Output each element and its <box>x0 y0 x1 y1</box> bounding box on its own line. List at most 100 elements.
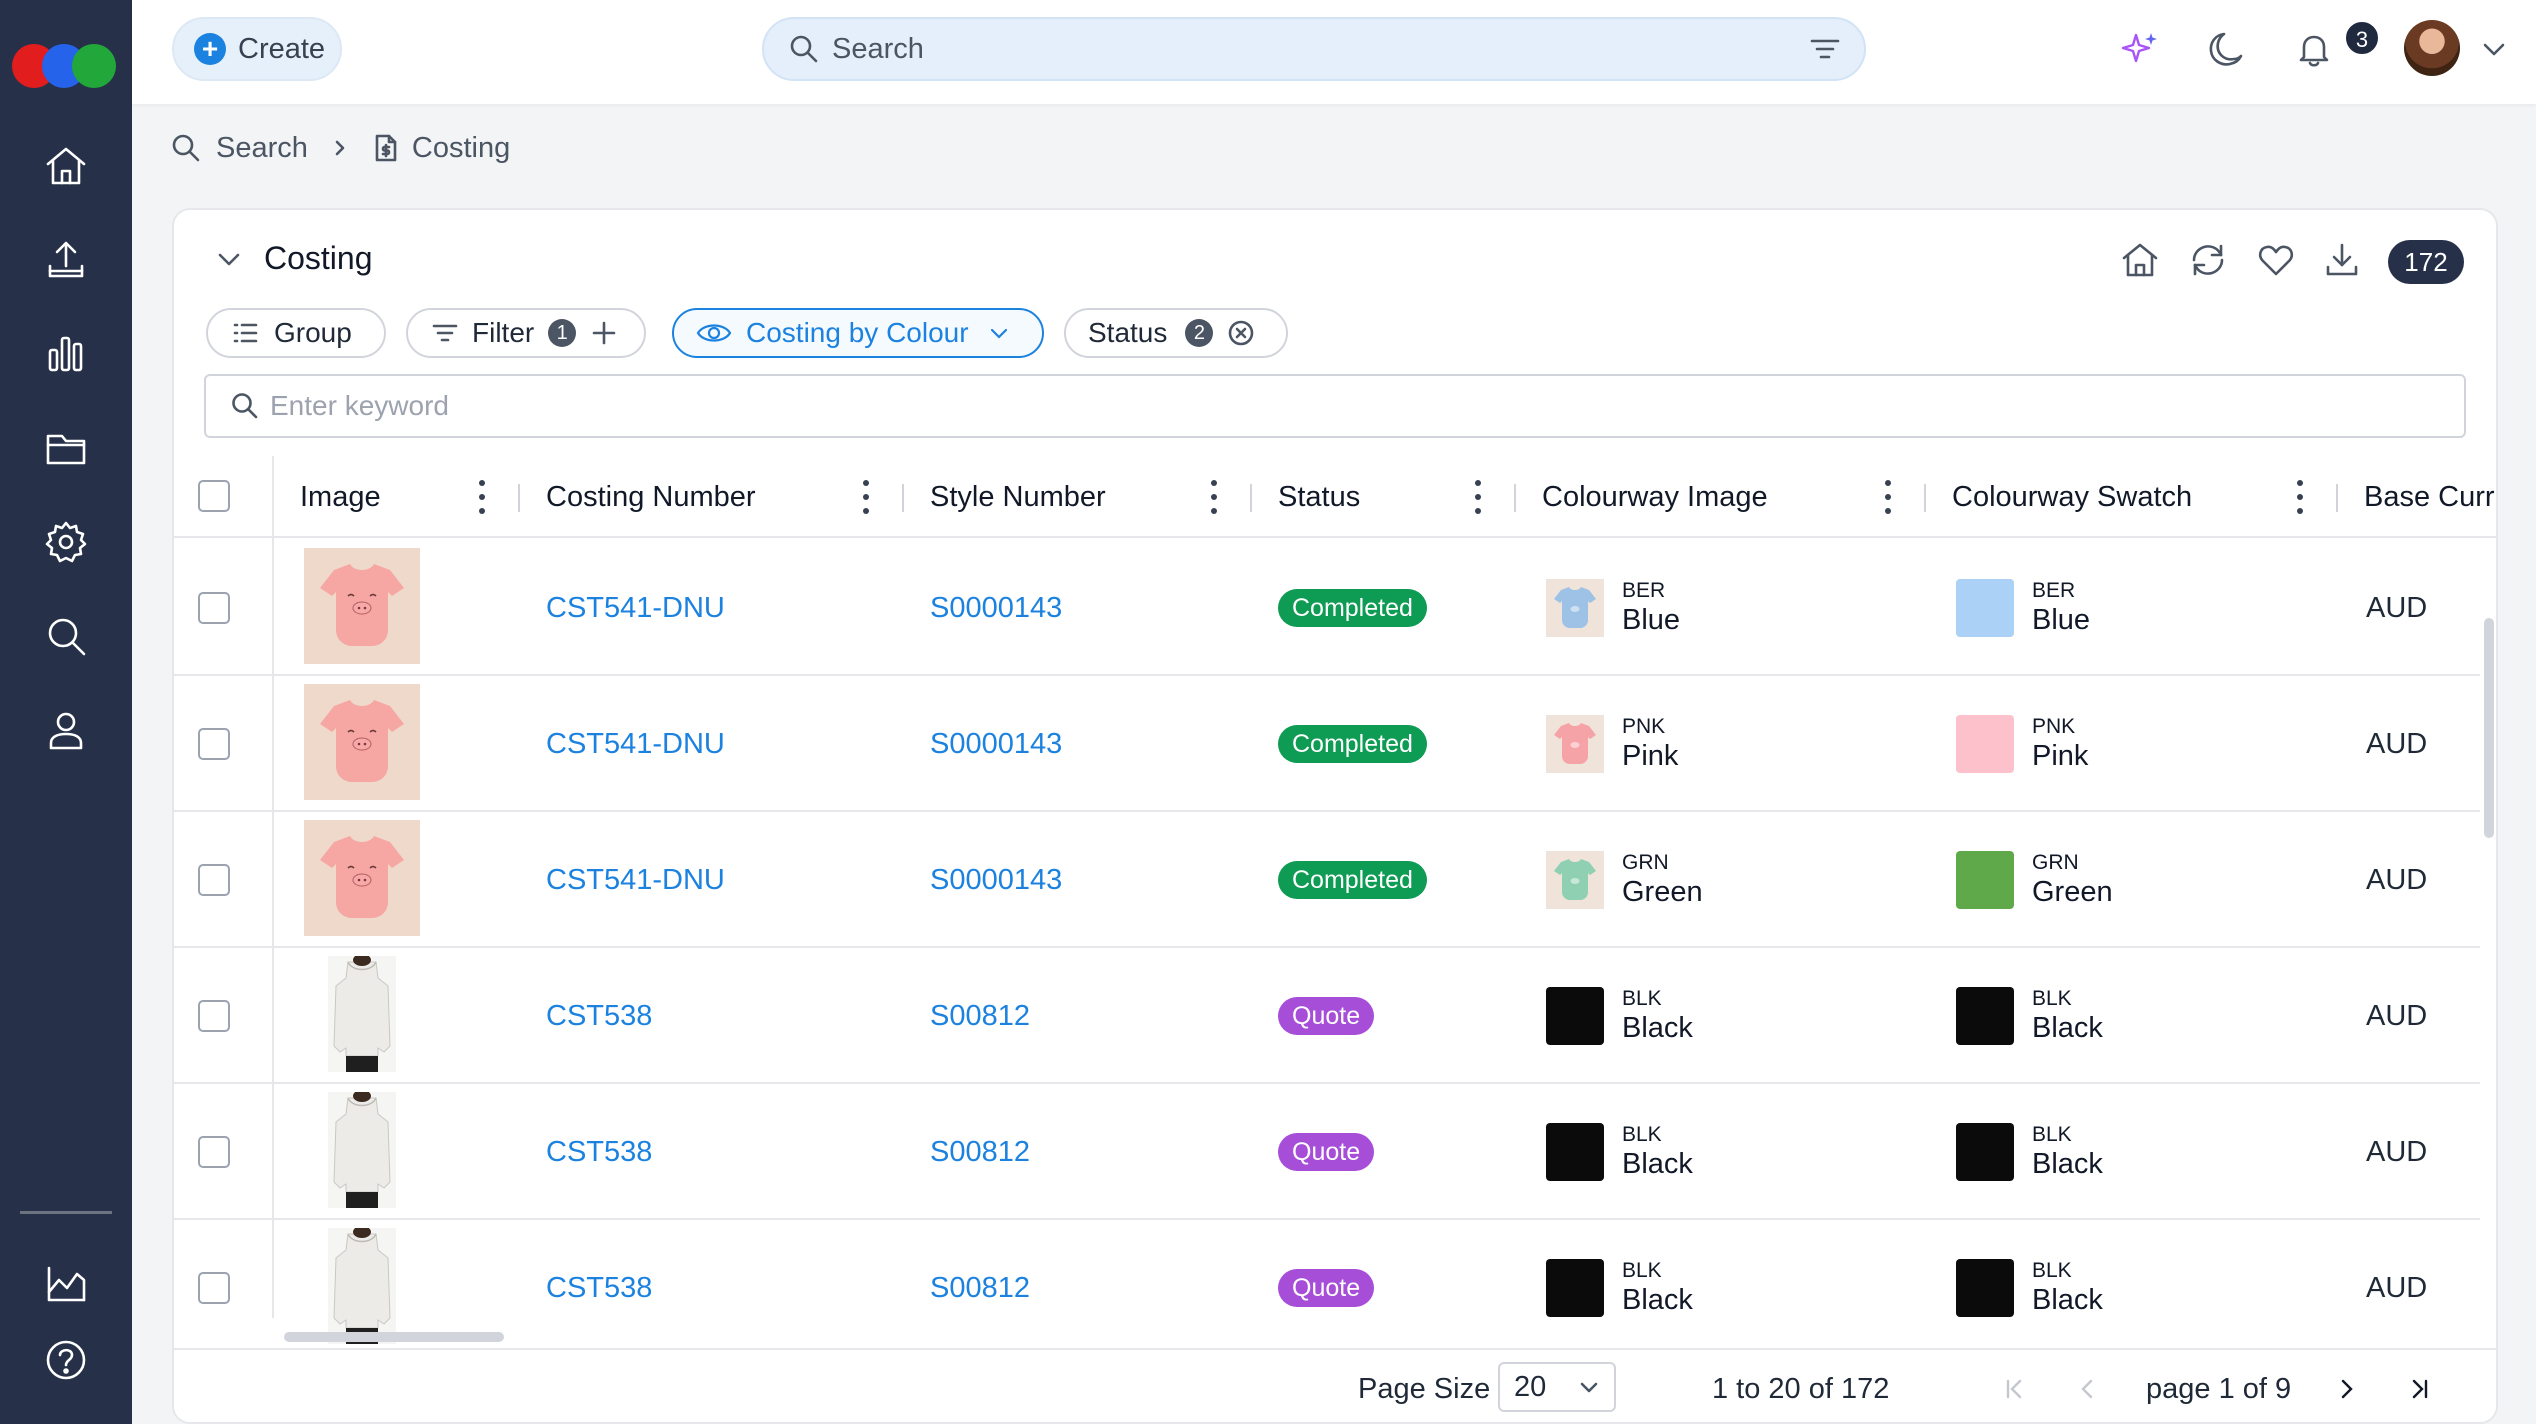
group-button[interactable]: Group <box>206 308 386 358</box>
view-selector-costing-by-colour[interactable]: Costing by Colour <box>672 308 1044 358</box>
column-header-colourway-image[interactable]: Colourway Image <box>1542 456 1768 538</box>
home-icon[interactable] <box>40 140 92 192</box>
costing-number-link[interactable]: CST541-DNU <box>546 728 725 761</box>
column-menu-icon[interactable] <box>1204 480 1224 514</box>
chevron-down-icon[interactable] <box>2472 27 2516 71</box>
next-page-icon[interactable] <box>2326 1369 2366 1409</box>
column-header-costing-number[interactable]: Costing Number <box>546 456 756 538</box>
costing-number-link[interactable]: CST538 <box>546 1000 652 1033</box>
style-number-link[interactable]: S00812 <box>930 1272 1030 1305</box>
product-image[interactable] <box>304 1226 420 1344</box>
column-header-colourway-swatch[interactable]: Colourway Swatch <box>1952 456 2192 538</box>
first-page-icon[interactable] <box>1994 1369 2034 1409</box>
row-checkbox[interactable] <box>198 864 230 896</box>
chevron-right-icon <box>335 140 345 156</box>
sidebar-divider <box>20 1211 112 1214</box>
download-icon[interactable] <box>2318 236 2366 284</box>
folder-icon[interactable] <box>40 422 92 474</box>
bell-icon[interactable] <box>2292 27 2336 71</box>
column-header-base-currency[interactable]: Base Curr <box>2364 456 2496 538</box>
clear-circle-x-icon[interactable] <box>1227 319 1255 347</box>
colourway-swatch[interactable] <box>1956 987 2014 1045</box>
dark-mode-moon-icon[interactable] <box>2204 27 2248 71</box>
status-badge: Completed <box>1278 861 1427 899</box>
user-icon[interactable] <box>40 704 92 756</box>
colourway-swatch[interactable] <box>1956 1259 2014 1317</box>
table-row[interactable]: CST541-DNU S0000143 Completed BER Blue B… <box>174 540 2480 676</box>
column-header-status[interactable]: Status <box>1278 456 1360 538</box>
colourway-image[interactable] <box>1546 715 1604 773</box>
table-row[interactable]: CST541-DNU S0000143 Completed PNK Pink P… <box>174 676 2480 812</box>
style-number-link[interactable]: S0000143 <box>930 592 1062 625</box>
colourway-image[interactable] <box>1546 987 1604 1045</box>
style-number-link[interactable]: S00812 <box>930 1136 1030 1169</box>
product-image[interactable] <box>304 548 420 664</box>
table-row[interactable]: CST538 S00812 Quote BLK Black BLK Black … <box>174 1084 2480 1220</box>
global-search-input[interactable] <box>832 32 1808 66</box>
previous-page-icon[interactable] <box>2068 1369 2108 1409</box>
colourway-image[interactable] <box>1546 1259 1604 1317</box>
keyword-input[interactable] <box>270 390 2464 422</box>
row-checkbox[interactable] <box>198 592 230 624</box>
column-menu-icon[interactable] <box>472 480 492 514</box>
style-number-link[interactable]: S0000143 <box>930 864 1062 897</box>
product-image[interactable] <box>304 684 420 800</box>
colourway-swatch[interactable] <box>1956 715 2014 773</box>
help-icon[interactable] <box>40 1334 92 1386</box>
vertical-scrollbar[interactable] <box>2484 618 2494 838</box>
chart-icon[interactable] <box>40 328 92 380</box>
column-menu-icon[interactable] <box>1468 480 1488 514</box>
avatar[interactable] <box>2404 20 2460 76</box>
costing-number-link[interactable]: CST541-DNU <box>546 592 725 625</box>
home-icon[interactable] <box>2116 236 2164 284</box>
horizontal-scrollbar[interactable] <box>284 1332 504 1342</box>
last-page-icon[interactable] <box>2400 1369 2440 1409</box>
add-filter-plus-icon[interactable] <box>590 319 618 347</box>
colourway-image[interactable] <box>1546 1123 1604 1181</box>
breadcrumb-item-search[interactable]: Search <box>216 132 308 165</box>
style-number-link[interactable]: S00812 <box>930 1000 1030 1033</box>
table-row[interactable]: CST538 S00812 Quote BLK Black BLK Black … <box>174 1220 2480 1356</box>
refresh-icon[interactable] <box>2184 236 2232 284</box>
table-row[interactable]: CST538 S00812 Quote BLK Black BLK Black … <box>174 948 2480 1084</box>
row-checkbox[interactable] <box>198 1272 230 1304</box>
product-image[interactable] <box>304 1090 420 1208</box>
app-logo[interactable] <box>12 44 120 88</box>
swatch-code: PNK <box>2032 715 2076 738</box>
colourway-swatch[interactable] <box>1956 1123 2014 1181</box>
costing-number-link[interactable]: CST538 <box>546 1136 652 1169</box>
search-icon[interactable] <box>40 610 92 662</box>
costing-number-link[interactable]: CST541-DNU <box>546 864 725 897</box>
style-number-link[interactable]: S0000143 <box>930 728 1062 761</box>
colourway-code: BLK <box>1622 987 1662 1010</box>
upload-icon[interactable] <box>40 234 92 286</box>
create-button[interactable]: + Create <box>172 17 342 81</box>
row-checkbox[interactable] <box>198 728 230 760</box>
analytics-icon[interactable] <box>40 1258 92 1310</box>
global-search[interactable] <box>762 17 1866 81</box>
product-image[interactable] <box>304 954 420 1072</box>
colourway-image[interactable] <box>1546 851 1604 909</box>
filter-button[interactable]: Filter 1 <box>406 308 646 358</box>
column-menu-icon[interactable] <box>2290 480 2310 514</box>
column-menu-icon[interactable] <box>1878 480 1898 514</box>
sparkle-icon[interactable] <box>2118 27 2162 71</box>
column-header-style-number[interactable]: Style Number <box>930 456 1106 538</box>
colourway-image[interactable] <box>1546 579 1604 637</box>
product-image[interactable] <box>304 820 420 936</box>
select-all-checkbox[interactable] <box>198 480 230 512</box>
status-filter-chip[interactable]: Status 2 <box>1064 308 1288 358</box>
colourway-swatch[interactable] <box>1956 851 2014 909</box>
settings-icon[interactable] <box>40 516 92 568</box>
table-row[interactable]: CST541-DNU S0000143 Completed GRN Green … <box>174 812 2480 948</box>
colourway-swatch[interactable] <box>1956 579 2014 637</box>
page-size-select[interactable]: 20 <box>1498 1362 1616 1412</box>
column-header-image[interactable]: Image <box>300 456 381 538</box>
row-checkbox[interactable] <box>198 1000 230 1032</box>
filter-lines-icon[interactable] <box>1808 32 1842 66</box>
heart-icon[interactable] <box>2252 236 2300 284</box>
column-menu-icon[interactable] <box>856 480 876 514</box>
keyword-search[interactable] <box>204 374 2466 438</box>
row-checkbox[interactable] <box>198 1136 230 1168</box>
costing-number-link[interactable]: CST538 <box>546 1272 652 1305</box>
